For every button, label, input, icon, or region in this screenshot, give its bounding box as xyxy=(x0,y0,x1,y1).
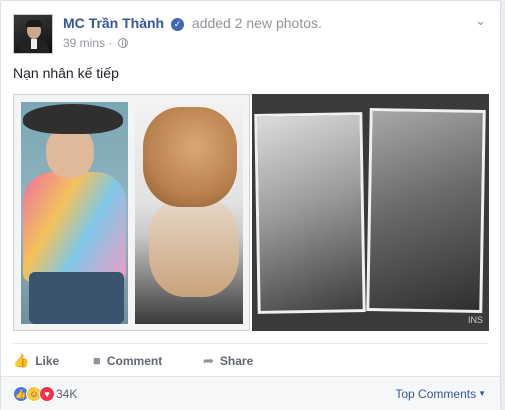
verified-badge-icon: ✓ xyxy=(171,18,185,31)
top-comments-label: Top Comments xyxy=(395,387,477,401)
chevron-down-icon[interactable]: ⌄ xyxy=(475,13,486,29)
caret-down-icon: ▼ xyxy=(478,389,486,398)
photo-shirt xyxy=(23,172,126,282)
author-name[interactable]: MC Trần Thành xyxy=(63,15,164,31)
post-actions-bar: 👍 Like ■ Comment ➦ Share xyxy=(13,343,488,375)
author-avatar[interactable] xyxy=(13,14,53,54)
love-reaction-icon: ♥ xyxy=(39,386,55,402)
globe-icon[interactable] xyxy=(117,38,128,48)
photo-man-in-hat xyxy=(21,102,128,324)
photo-man-bw xyxy=(254,112,366,314)
photo-collage-left[interactable] xyxy=(13,94,250,331)
post-header: MC Trần Thành ✓ added 2 new photos. 39 m… xyxy=(13,11,488,55)
photo-watermark: INS xyxy=(467,315,483,325)
avatar-collar xyxy=(31,39,37,49)
post-photos: INS xyxy=(13,94,489,334)
post-action-text: added 2 new photos. xyxy=(191,15,322,31)
comment-button[interactable]: ■ Comment xyxy=(93,353,162,368)
share-label: Share xyxy=(219,354,254,368)
share-button[interactable]: ➦ Share xyxy=(203,353,253,369)
post-title-line: MC Trần Thành ✓ added 2 new photos. xyxy=(63,15,322,31)
post-meta: 39 mins · xyxy=(63,36,128,50)
photo-collage-right[interactable]: INS xyxy=(252,94,489,331)
photo-dog-body xyxy=(149,197,239,297)
speech-bubble-icon: ■ xyxy=(93,353,101,368)
avatar-hair xyxy=(26,20,42,27)
post-timestamp[interactable]: 39 mins · xyxy=(63,36,112,50)
photo-jeans xyxy=(29,272,124,324)
photo-dog-head xyxy=(143,107,237,207)
top-comments-dropdown[interactable]: Top Comments ▼ xyxy=(395,387,486,401)
photo-gorilla-bw xyxy=(366,108,486,313)
like-button[interactable]: 👍 Like xyxy=(13,353,59,369)
post-card: MC Trần Thành ✓ added 2 new photos. 39 m… xyxy=(0,0,501,410)
photo-hat xyxy=(23,104,123,134)
thumbs-up-icon: 👍 xyxy=(13,353,30,368)
comment-label: Comment xyxy=(106,354,163,368)
post-text: Nạn nhân kế tiếp xyxy=(13,65,119,81)
reaction-count[interactable]: 34K xyxy=(56,387,77,401)
photo-bulldog xyxy=(135,102,243,324)
reactions-bar: 👍 ☺ ♥ 34K Top Comments ▼ xyxy=(1,376,500,410)
like-label: Like xyxy=(35,354,60,368)
share-arrow-icon: ➦ xyxy=(203,353,214,368)
